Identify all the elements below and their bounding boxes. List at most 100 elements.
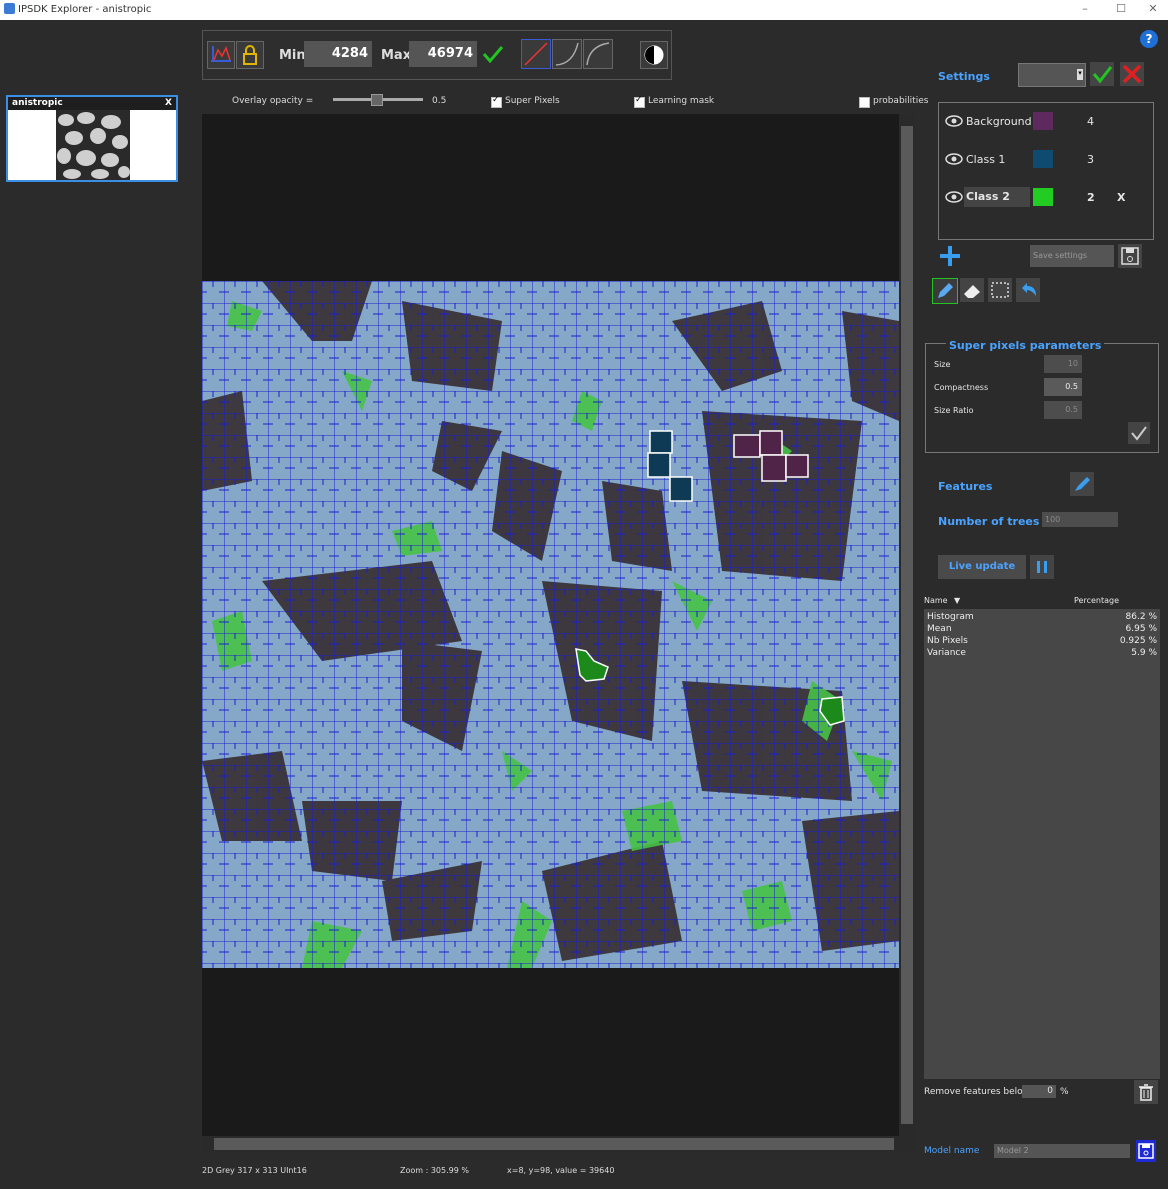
window-title: IPSDK Explorer - anistropic	[18, 4, 152, 15]
class-name[interactable]: Background	[966, 115, 1032, 128]
learning-mask-checkbox[interactable]	[634, 95, 645, 108]
close-window-button[interactable]: ✕	[1138, 2, 1168, 18]
probabilities-label: probabilities	[873, 96, 929, 106]
live-update-button[interactable]: Live update	[938, 555, 1026, 579]
remove-features-label: Remove features below	[924, 1087, 1031, 1097]
save-model-button[interactable]	[1136, 1140, 1156, 1162]
sort-down-icon: ▼	[954, 596, 961, 605]
class-row-class1[interactable]: Class 1 3	[943, 149, 1149, 171]
rectangle-select-button[interactable]	[988, 278, 1012, 302]
features-label: Features	[938, 480, 993, 493]
super-pixels-checkbox[interactable]	[491, 95, 502, 108]
table-row[interactable]: Mean 6.95 %	[927, 624, 1157, 634]
horizontal-scroll-thumb[interactable]	[214, 1138, 894, 1150]
pause-icon	[1037, 561, 1047, 573]
table-row[interactable]: Nb Pixels 0.925 %	[927, 636, 1157, 646]
reject-settings-button[interactable]	[1120, 62, 1144, 86]
histogram-icon	[211, 46, 231, 62]
log-lut-button[interactable]	[583, 39, 613, 69]
trees-field[interactable]: 100	[1042, 512, 1118, 527]
help-button[interactable]: ?	[1140, 30, 1158, 48]
save-settings-button[interactable]: Save settings	[1030, 245, 1114, 267]
max-field[interactable]: 46974	[409, 41, 477, 67]
app-icon	[4, 3, 15, 14]
class-row-class2[interactable]: Class 2 2 X	[943, 187, 1149, 209]
pause-button[interactable]	[1030, 555, 1054, 579]
apply-range-button[interactable]	[479, 41, 507, 67]
model-name-label: Model name	[924, 1146, 980, 1156]
histogram-button[interactable]	[207, 41, 235, 69]
class1-mark	[669, 476, 693, 502]
table-row[interactable]: Histogram 86.2 %	[927, 612, 1157, 622]
delete-features-button[interactable]	[1134, 1080, 1158, 1104]
linear-lut-button[interactable]	[521, 39, 551, 69]
trash-icon	[1139, 1084, 1153, 1101]
model-name-field[interactable]: Model 2	[994, 1144, 1130, 1158]
max-label: Max	[381, 48, 412, 63]
vertical-scroll-thumb[interactable]	[901, 126, 913, 1124]
min-field[interactable]: 4284	[304, 41, 372, 67]
eye-icon[interactable]	[945, 189, 963, 205]
eye-icon[interactable]	[945, 113, 963, 129]
image-thumbnail[interactable]: anistropic X	[6, 95, 178, 182]
class-color-swatch[interactable]	[1033, 188, 1053, 206]
size-ratio-field[interactable]: 0.5	[1044, 401, 1082, 419]
image-viewer[interactable]	[202, 114, 899, 1136]
class-name[interactable]: Class 1	[966, 153, 1005, 166]
save-settings-file-button[interactable]	[1118, 244, 1142, 268]
size-label: Size	[934, 360, 951, 369]
slider-handle[interactable]	[371, 94, 383, 106]
display-toolbar: Min 4284 Max 46974	[202, 30, 672, 80]
size-field[interactable]: 10	[1044, 355, 1082, 373]
settings-label: Settings	[938, 70, 990, 83]
minimize-button[interactable]: –	[1070, 2, 1100, 18]
thumbnail-header: anistropic X	[8, 97, 176, 110]
accept-settings-button[interactable]	[1090, 62, 1114, 86]
class-count: 2	[1087, 191, 1095, 204]
apply-superpixels-button[interactable]	[1128, 422, 1150, 444]
class-list: Background 4 Class 1 3 Class 2 2 X	[938, 102, 1154, 240]
overlay-opacity-slider[interactable]	[333, 94, 423, 106]
cursor-readout: x=8, y=98, value = 39640	[507, 1166, 615, 1175]
close-icon	[1122, 64, 1142, 84]
col-percentage-header[interactable]: Percentage	[1074, 596, 1119, 605]
learning-mask-label: Learning mask	[648, 96, 715, 106]
pencil-tool-button[interactable]	[932, 278, 958, 304]
contrast-icon	[644, 45, 664, 65]
check-icon	[1131, 426, 1147, 441]
overlay-opacity-label: Overlay opacity =	[232, 96, 314, 106]
compactness-label: Compactness	[934, 383, 989, 392]
edit-features-button[interactable]	[1070, 472, 1094, 496]
class-color-swatch[interactable]	[1033, 150, 1053, 168]
thumbnail-close-button[interactable]: X	[165, 98, 172, 108]
add-class-button[interactable]	[938, 244, 962, 268]
super-pixels-label: Super Pixels	[505, 96, 560, 106]
vertical-scrollbar[interactable]	[899, 114, 915, 1136]
check-icon	[482, 46, 504, 64]
remove-features-threshold-field[interactable]: 0	[1022, 1085, 1056, 1098]
eraser-tool-button[interactable]	[960, 278, 984, 302]
invert-contrast-button[interactable]	[640, 41, 668, 69]
col-name-header[interactable]: Name	[924, 596, 948, 605]
probabilities-checkbox[interactable]	[859, 95, 870, 108]
settings-dropdown[interactable]: ▾	[1018, 63, 1086, 87]
undo-button[interactable]	[1016, 278, 1040, 302]
class-color-swatch[interactable]	[1033, 112, 1053, 130]
lock-range-button[interactable]	[236, 41, 264, 69]
table-row[interactable]: Variance 5.9 %	[927, 648, 1157, 658]
horizontal-scrollbar[interactable]	[202, 1136, 915, 1152]
overlay-opacity-value: 0.5	[432, 96, 447, 106]
class-name[interactable]: Class 2	[964, 187, 1030, 207]
gamma-lut-button[interactable]	[552, 39, 582, 69]
undo-icon	[1022, 283, 1036, 296]
maximize-button[interactable]: ☐	[1106, 2, 1136, 18]
segmentation-canvas[interactable]	[202, 281, 899, 968]
class-row-background[interactable]: Background 4	[943, 111, 1149, 133]
background-mark	[733, 434, 761, 458]
compactness-field[interactable]: 0.5	[1044, 378, 1082, 396]
remove-class-button[interactable]: X	[1117, 191, 1125, 204]
size-ratio-label: Size Ratio	[934, 406, 974, 415]
eraser-icon	[964, 285, 980, 298]
eye-icon[interactable]	[945, 151, 963, 167]
superpixel-params-panel: Super pixels parameters Size 10 Compactn…	[925, 339, 1159, 453]
